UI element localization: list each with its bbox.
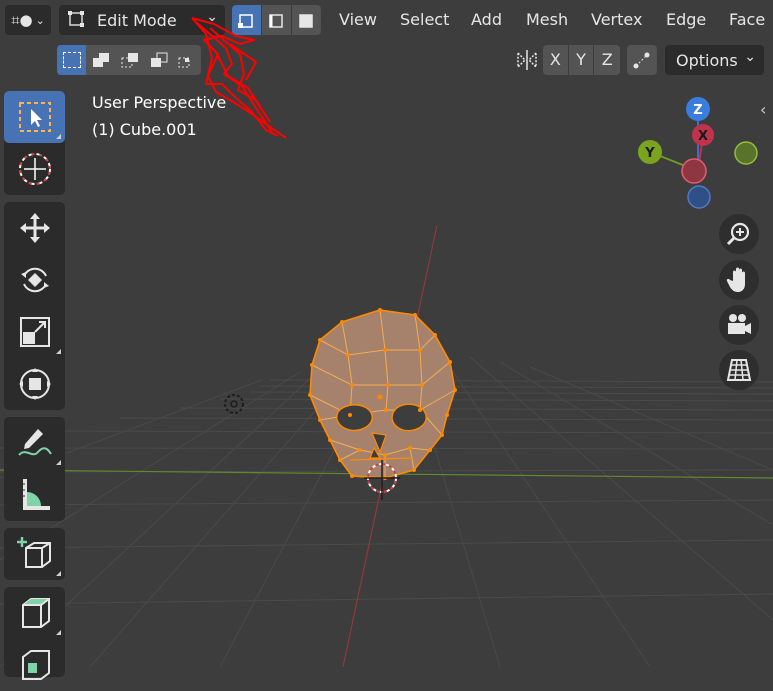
menu-face[interactable]: Face (729, 10, 765, 29)
select-subtract-button[interactable] (115, 45, 144, 75)
face-select-icon (298, 14, 313, 28)
measure-tool[interactable] (4, 469, 65, 521)
axis-z-toggle[interactable]: Z (594, 45, 620, 75)
menu-edge[interactable]: Edge (666, 10, 706, 29)
chevron-down-icon: ⌄ (744, 49, 756, 65)
select-mode-group (57, 45, 201, 75)
move-tool[interactable] (4, 202, 65, 254)
gizmo-neg-x[interactable] (681, 158, 707, 184)
cursor-icon (18, 153, 51, 185)
select-new-icon (62, 52, 81, 68)
measure-icon (22, 479, 50, 510)
gizmo-neg-z[interactable] (687, 185, 711, 209)
annotation-scribble (191, 17, 287, 139)
pan-button[interactable] (719, 260, 759, 300)
options-label: Options (676, 50, 738, 70)
select-extend-button[interactable] (86, 45, 115, 75)
skull-mesh[interactable] (290, 300, 480, 500)
select-new-button[interactable] (57, 45, 86, 75)
extrude-icon (21, 598, 50, 628)
rotate-tool[interactable] (4, 254, 65, 306)
toolbar-add-group (4, 528, 65, 580)
mirror-icon[interactable] (514, 47, 540, 73)
scale-tool[interactable] (4, 306, 65, 358)
editor-type-button[interactable]: ⌗● ⌄ (5, 5, 51, 35)
proportional-icon (633, 52, 650, 69)
gizmo-y-label: Y (644, 146, 655, 161)
transform-tool[interactable] (4, 358, 65, 410)
menu-add[interactable]: Add (471, 10, 502, 29)
menu-vertex[interactable]: Vertex (591, 10, 642, 29)
select-extend-icon (92, 53, 109, 67)
editor-type-icon: ⌗● (11, 11, 33, 29)
3d-cursor-icon (224, 394, 244, 414)
mode-label: Edit Mode (97, 10, 177, 30)
hand-icon (726, 267, 745, 292)
object-name: (1) Cube.001 (92, 120, 197, 139)
extrude-tool[interactable] (4, 587, 65, 639)
sidebar-toggle-icon[interactable]: ‹ (760, 100, 766, 119)
grid-icon (726, 359, 752, 381)
axis-x-toggle[interactable]: X (543, 45, 569, 75)
toolbar-transform-group (4, 202, 65, 410)
select-invert-button[interactable] (144, 45, 173, 75)
inset-tool[interactable] (4, 639, 65, 691)
mesh-mode-icon (68, 11, 84, 27)
add-cube-tool[interactable] (4, 528, 65, 580)
rotate-icon (20, 267, 49, 293)
inset-icon (21, 650, 50, 680)
toolbar-mesh-group (4, 587, 65, 680)
move-icon (19, 213, 50, 243)
menu-select[interactable]: Select (400, 10, 449, 29)
axis-y-toggle[interactable]: Y (569, 45, 595, 75)
scale-icon (19, 317, 50, 347)
gizmo-x-label: X (698, 129, 708, 144)
annotate-tool[interactable] (4, 417, 65, 469)
gizmo-neg-y[interactable] (734, 141, 758, 165)
chevron-down-icon: ⌄ (35, 13, 45, 27)
ortho-toggle-button[interactable] (719, 350, 759, 390)
face-select-button[interactable] (292, 5, 321, 35)
zoom-button[interactable] (719, 214, 759, 254)
add-cube-icon (16, 537, 51, 568)
select-subtract-icon (121, 53, 138, 68)
select-invert-icon (150, 52, 167, 67)
proportional-edit-button[interactable] (627, 45, 657, 75)
transform-icon (18, 368, 51, 400)
camera-icon (728, 314, 751, 334)
options-dropdown[interactable]: Options ⌄ (665, 45, 764, 75)
cursor-tool[interactable] (4, 143, 65, 195)
toolbar-select-group (4, 91, 65, 195)
toolbar-annotate-group (4, 417, 65, 521)
camera-view-button[interactable] (719, 305, 759, 345)
viewport-header: ⌗● ⌄ Edit Mode ⌄ View Select Add Mesh Ver… (0, 0, 773, 40)
annotate-icon (17, 429, 52, 456)
zoom-icon (726, 222, 750, 246)
select-box-tool[interactable] (4, 91, 65, 143)
3d-viewport[interactable]: ⌗● ⌄ Edit Mode ⌄ View Select Add Mesh Ver… (0, 0, 773, 680)
select-box-icon (18, 102, 51, 132)
navigation-gizmo[interactable]: X Y Z (636, 95, 766, 215)
menu-view[interactable]: View (339, 10, 377, 29)
menu-mesh[interactable]: Mesh (526, 10, 568, 29)
axis-toggle-group: X Y Z (543, 45, 620, 75)
gizmo-z-label: Z (693, 103, 702, 118)
